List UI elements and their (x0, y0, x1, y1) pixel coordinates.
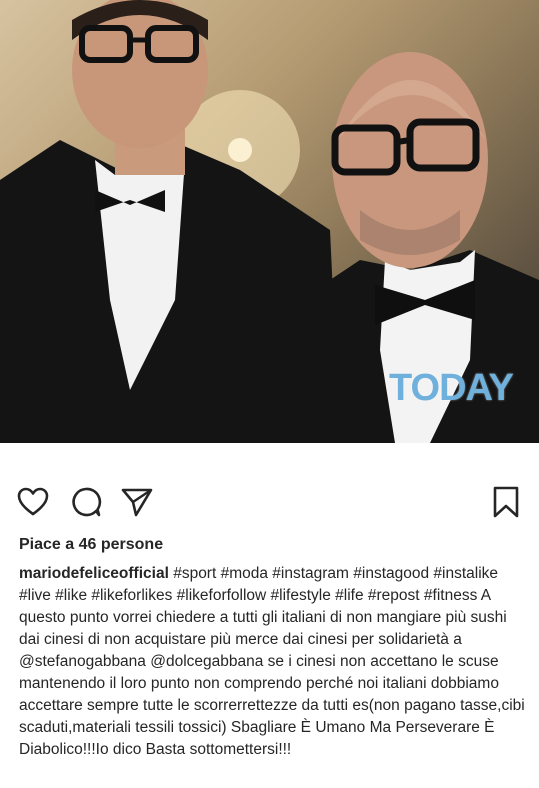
heart-icon[interactable] (17, 487, 49, 517)
send-icon[interactable] (121, 487, 153, 517)
post-photo[interactable]: TODAY (0, 0, 539, 443)
post-actions-bar (0, 478, 539, 526)
post-caption: mariodefeliceofficial #sport #moda #inst… (19, 563, 527, 761)
comment-icon[interactable] (70, 486, 102, 518)
bookmark-icon[interactable] (492, 486, 520, 518)
caption-text: #sport #moda #instagram #instagood #inst… (19, 565, 525, 758)
today-watermark: TODAY (389, 367, 514, 409)
likes-count[interactable]: Piace a 46 persone (19, 536, 163, 554)
caption-username[interactable]: mariodefeliceofficial (19, 565, 169, 582)
